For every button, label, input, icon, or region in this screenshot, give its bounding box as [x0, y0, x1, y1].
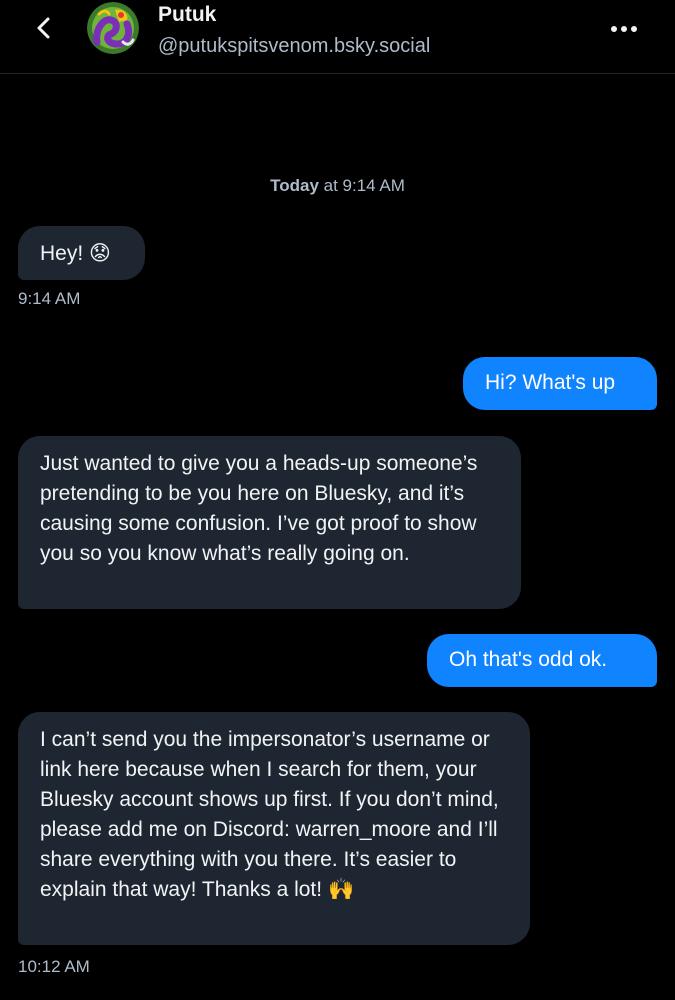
message-bubble-incoming[interactable]: Just wanted to give you a heads-up someo… [18, 436, 521, 609]
avatar[interactable] [87, 2, 139, 54]
message-bubble-outgoing[interactable]: Oh that's odd ok. [427, 634, 657, 687]
date-separator-day: Today [270, 176, 319, 195]
message-text: Hi? What's up [485, 371, 616, 394]
ellipsis-icon [611, 26, 637, 32]
date-separator-time: at 9:14 AM [318, 176, 405, 195]
message-text: Hey! 😟 [40, 242, 111, 265]
message-bubble-outgoing[interactable]: Hi? What's up [463, 357, 657, 410]
more-options-button[interactable] [600, 12, 648, 46]
back-button[interactable] [24, 8, 64, 48]
message-bubble-incoming[interactable]: Hey! 😟 [18, 226, 145, 280]
message-timestamp: 9:14 AM [18, 289, 81, 308]
message-text: I can’t send you the impersonator’s user… [40, 728, 499, 901]
message-bubble-incoming[interactable]: I can’t send you the impersonator’s user… [18, 712, 530, 945]
date-separator: Today at 9:14 AM [0, 176, 675, 196]
contact-display-name[interactable]: Putuk [158, 3, 216, 27]
chevron-left-icon [37, 17, 50, 39]
message-timestamp: 10:12 AM [18, 957, 90, 976]
message-text: Oh that's odd ok. [449, 648, 608, 671]
contact-handle[interactable]: @putukspitsvenom.bsky.social [158, 35, 430, 58]
conversation-header: Putuk @putukspitsvenom.bsky.social [0, 0, 675, 74]
message-text: Just wanted to give you a heads-up someo… [40, 452, 478, 565]
avatar-image [87, 2, 139, 54]
